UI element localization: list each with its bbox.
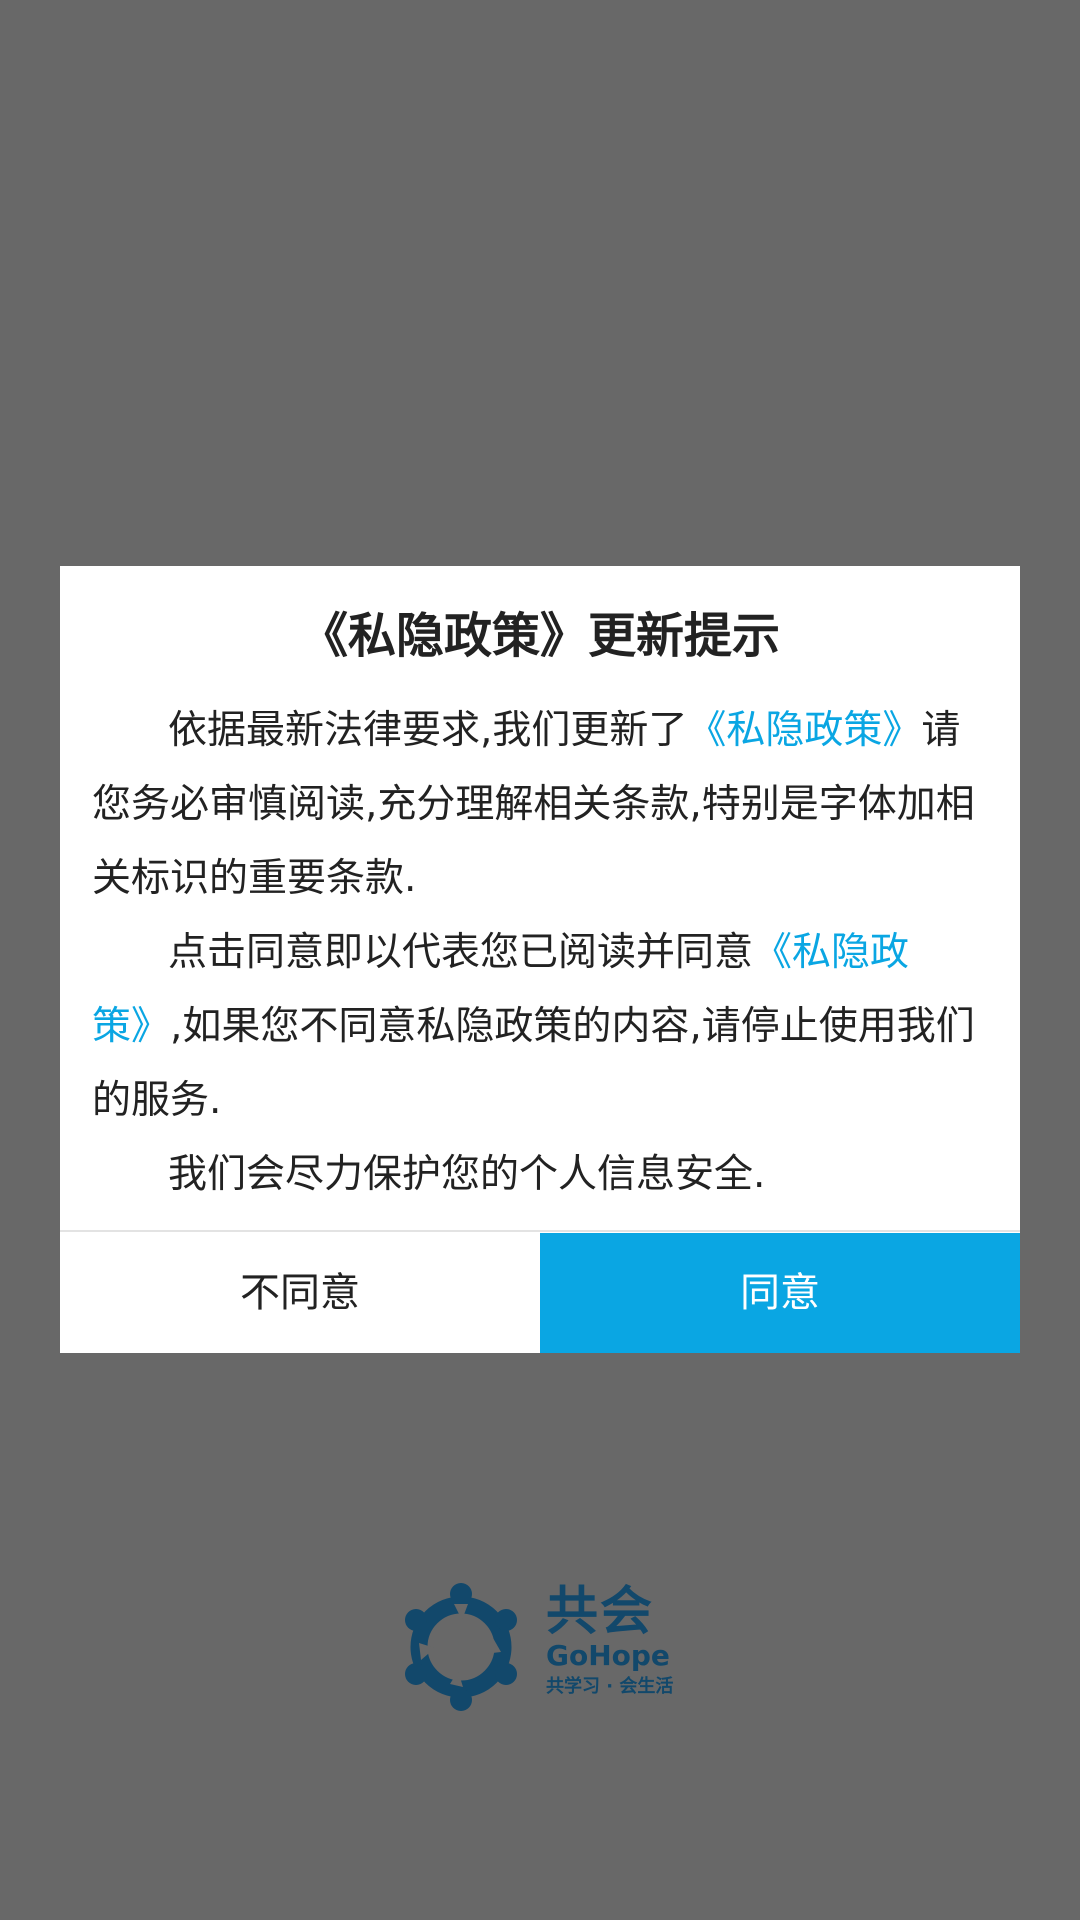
- privacy-policy-link[interactable]: 《私隐政策》: [687, 708, 921, 753]
- privacy-paragraph-2: 点击同意即以代表您已阅读并同意《私隐政策》,如果您不同意私隐政策的内容,请停止使…: [92, 916, 992, 1138]
- brand-text: 共会 GoHope 共学习 · 会生活: [546, 1582, 686, 1712]
- disagree-button[interactable]: 不同意: [60, 1233, 540, 1353]
- brand-slogan: 共学习 · 会生活: [546, 1676, 674, 1697]
- brand-name-en: GoHope: [546, 1639, 670, 1672]
- privacy-policy-dialog: 《私隐政策》更新提示 依据最新法律要求,我们更新了《私隐政策》请您务必审慎阅读,…: [60, 566, 1020, 1353]
- people-circle-icon: [405, 1583, 517, 1711]
- paragraph-text: ,如果您不同意私隐政策的内容,请停止使用我们的服务.: [92, 1004, 975, 1123]
- button-divider: [60, 1230, 1020, 1232]
- paragraph-text: 点击同意即以代表您已阅读并同意: [168, 930, 754, 975]
- agree-button[interactable]: 同意: [540, 1233, 1020, 1353]
- gohope-logo: 共会 GoHope 共学习 · 会生活: [396, 1582, 686, 1712]
- privacy-paragraph-1: 依据最新法律要求,我们更新了《私隐政策》请您务必审慎阅读,充分理解相关条款,特别…: [92, 694, 992, 916]
- privacy-paragraph-3: 我们会尽力保护您的个人信息安全.: [92, 1138, 992, 1212]
- paragraph-text: 我们会尽力保护您的个人信息安全.: [168, 1152, 766, 1197]
- brand-name-cn: 共会: [546, 1582, 655, 1642]
- dialog-title: 《私隐政策》更新提示: [299, 608, 780, 664]
- dialog-body: 依据最新法律要求,我们更新了《私隐政策》请您务必审慎阅读,充分理解相关条款,特别…: [92, 694, 992, 1212]
- paragraph-text: 依据最新法律要求,我们更新了: [168, 708, 688, 753]
